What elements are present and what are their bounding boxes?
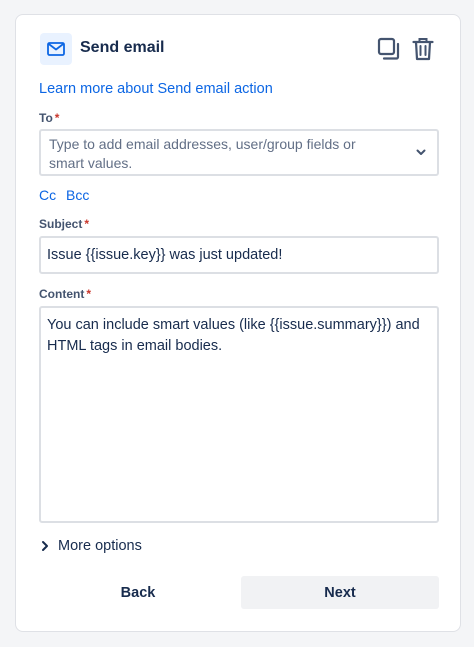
- next-button[interactable]: Next: [241, 576, 439, 609]
- required-indicator: *: [54, 111, 60, 125]
- send-email-panel: Send email Learn more about Send email a…: [15, 14, 461, 632]
- subject-label: Subject *: [39, 217, 89, 231]
- to-label-text: To: [39, 111, 53, 125]
- required-indicator: *: [86, 287, 91, 301]
- duplicate-icon[interactable]: [376, 35, 402, 63]
- trash-icon[interactable]: [410, 35, 436, 63]
- content-label-text: Content: [39, 287, 85, 301]
- subject-input[interactable]: [39, 236, 439, 274]
- subject-label-text: Subject: [39, 217, 83, 231]
- to-placeholder: Type to add email addresses, user/group …: [49, 136, 356, 171]
- more-options-toggle[interactable]: More options: [40, 538, 142, 554]
- back-button[interactable]: Back: [39, 576, 237, 609]
- cc-link[interactable]: Cc: [39, 187, 56, 203]
- panel-title: Send email: [80, 39, 165, 56]
- content-textarea[interactable]: You can include smart values (like {{iss…: [39, 306, 439, 523]
- panel-header: Send email: [40, 33, 436, 65]
- required-indicator: *: [84, 217, 90, 231]
- chevron-down-icon[interactable]: [415, 145, 427, 163]
- cc-bcc-links: Cc Bcc: [39, 187, 95, 203]
- learn-more-link[interactable]: Learn more about Send email action: [39, 81, 273, 97]
- mail-icon: [40, 33, 72, 65]
- to-label: To *: [39, 111, 59, 125]
- more-options-label: More options: [58, 538, 142, 554]
- content-label: Content *: [39, 287, 91, 301]
- header-actions: [376, 35, 436, 63]
- chevron-right-icon: [40, 540, 50, 552]
- to-recipients-select[interactable]: Type to add email addresses, user/group …: [39, 129, 439, 176]
- bcc-link[interactable]: Bcc: [66, 187, 89, 203]
